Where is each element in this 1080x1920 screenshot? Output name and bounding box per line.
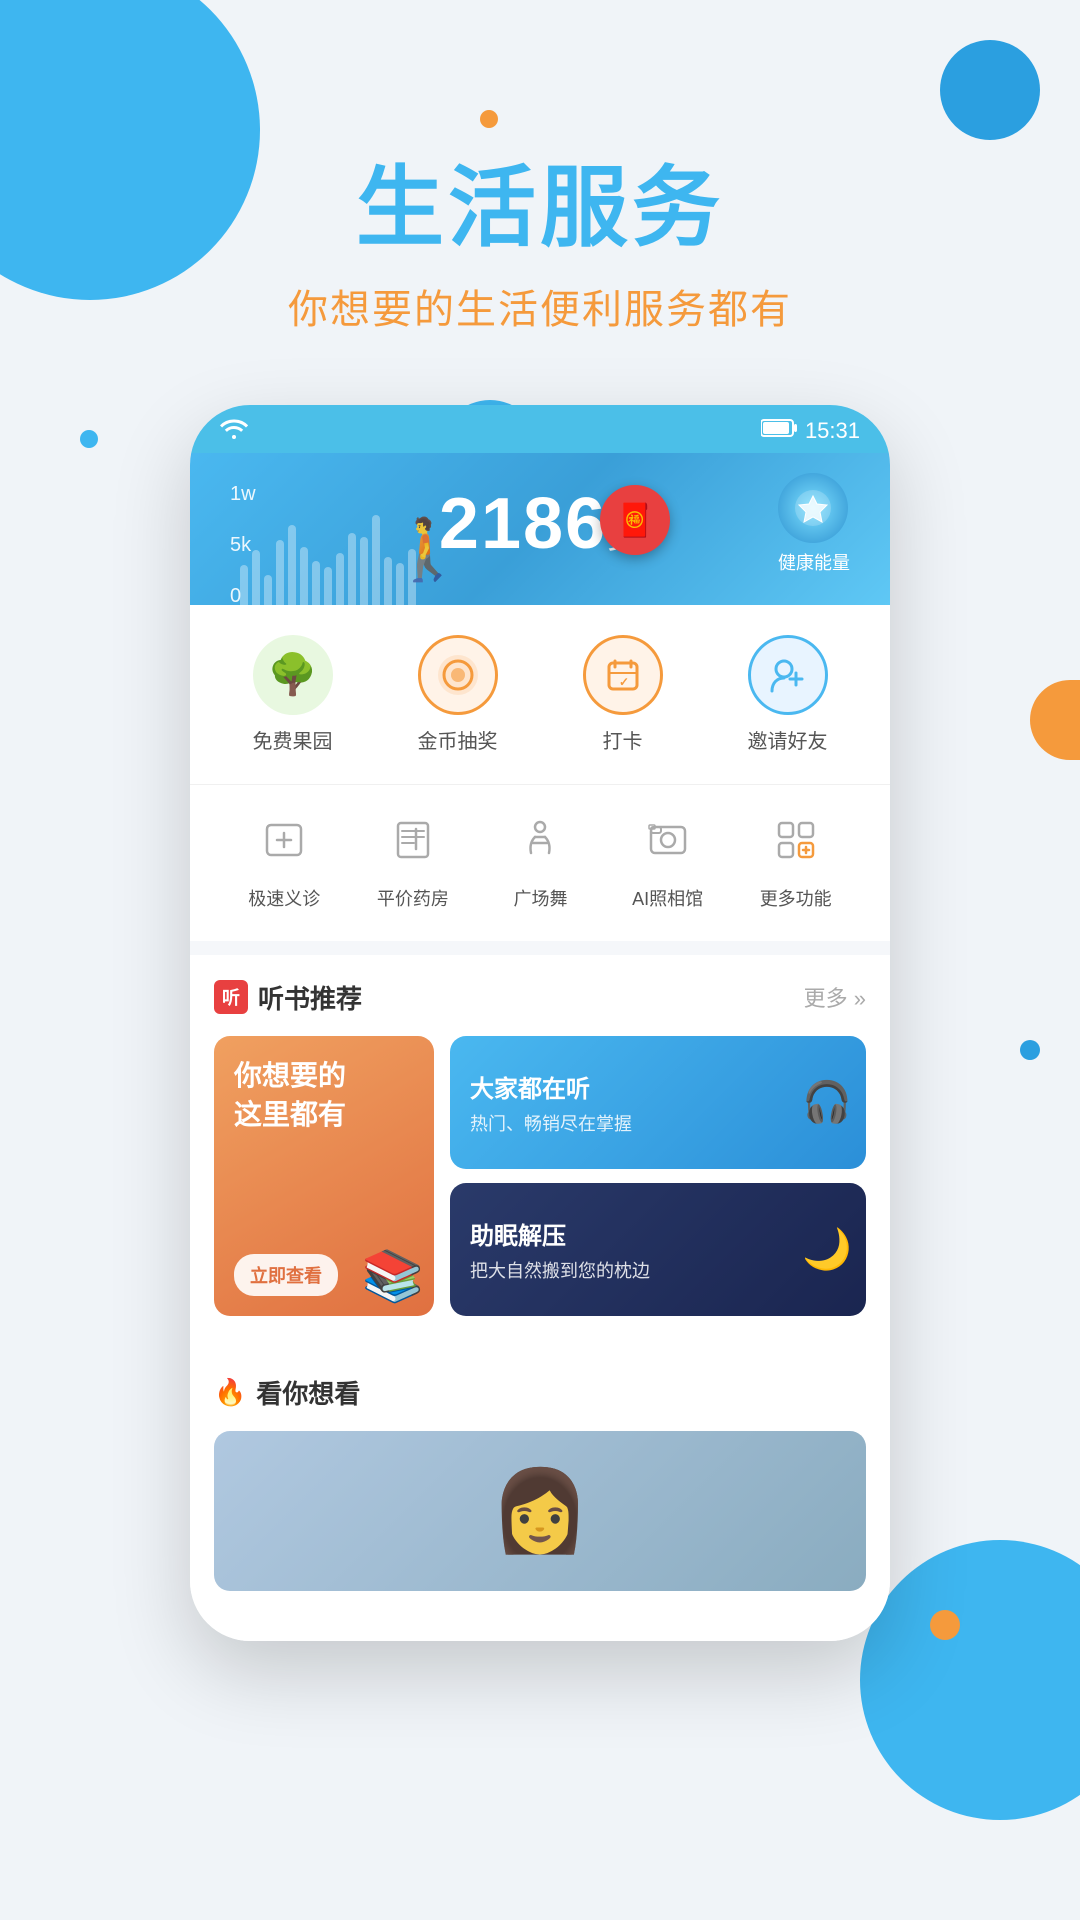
listen-more-link[interactable]: 更多 » (804, 981, 866, 1013)
watch-preview: 👩 (214, 1431, 866, 1591)
func-fast-clinic[interactable]: 极速义诊 (248, 805, 320, 911)
health-icon (778, 473, 848, 543)
fast-clinic-label: 极速义诊 (248, 885, 320, 911)
phone-wrapper: 15:31 1w 5k 0 (0, 405, 1080, 1641)
func-more[interactable]: 更多功能 (760, 805, 832, 911)
quick-icons-row: 🌳 免费果园 金币抽奖 (190, 605, 890, 785)
hero-section: 生活服务 你想要的生活便利服务都有 (0, 0, 1080, 375)
listen-card-left[interactable]: 你想要的 这里都有 立即查看 📚 (214, 1036, 434, 1316)
free-garden-icon: 🌳 (253, 635, 333, 715)
quick-item-invite[interactable]: 邀请好友 (748, 635, 828, 754)
card-left-illustration: 📚 (362, 1247, 424, 1306)
quick-item-checkin[interactable]: ✓ 打卡 (583, 635, 663, 754)
listen-title-text: 听书推荐 (258, 979, 362, 1016)
listen-section: 听 听书推荐 更多 » 你想要的 这里都有 立即查看 📚 (190, 955, 890, 1336)
health-energy: 健康能量 (778, 473, 850, 575)
invite-icon (748, 635, 828, 715)
listen-title-icon: 听 (214, 980, 248, 1014)
pharmacy-label: 平价药房 (377, 885, 449, 911)
invite-label: 邀请好友 (748, 725, 828, 754)
hero-title: 生活服务 (0, 160, 1080, 257)
quick-item-coin-lottery[interactable]: 金币抽奖 (418, 635, 498, 754)
card-right-bottom-title: 助眠解压 (470, 1216, 846, 1251)
card-right-bottom-subtitle: 把大自然搬到您的枕边 (470, 1257, 846, 1283)
watch-title: 看你想看 (256, 1374, 360, 1411)
bg-dot-orange3 (930, 1610, 960, 1640)
coin-lottery-icon (418, 635, 498, 715)
listen-cards-right: 大家都在听 热门、畅销尽在掌握 🎧 助眠解压 把大自然搬到您的枕边 🌙 (450, 1036, 866, 1316)
listen-cards: 你想要的 这里都有 立即查看 📚 大家都在听 热门、畅销尽在掌握 🎧 助眠解压 (214, 1036, 866, 1316)
more-icon (761, 805, 831, 875)
func-square-dance[interactable]: 广场舞 (505, 805, 575, 911)
phone-mockup: 15:31 1w 5k 0 (190, 405, 890, 1641)
listen-section-header: 听 听书推荐 更多 » (214, 979, 866, 1016)
watch-section: 🔥 看你想看 👩 (190, 1350, 890, 1611)
square-dance-icon (505, 805, 575, 875)
card-right-top-title: 大家都在听 (470, 1069, 846, 1104)
free-garden-label: 免费果园 (253, 725, 333, 754)
watch-preview-person: 👩 (490, 1464, 590, 1558)
status-right: 15:31 (761, 418, 860, 444)
checkin-label: 打卡 (603, 725, 643, 754)
card-left-button[interactable]: 立即查看 (234, 1254, 338, 1296)
watch-header: 🔥 看你想看 (214, 1374, 866, 1411)
card-right-top-illo: 🎧 (802, 1079, 852, 1126)
status-bar: 15:31 (190, 405, 890, 453)
listen-card-right-bottom[interactable]: 助眠解压 把大自然搬到您的枕边 🌙 (450, 1183, 866, 1316)
fast-clinic-icon (249, 805, 319, 875)
func-ai-photo[interactable]: AI照相馆 (632, 805, 703, 911)
fire-icon: 🔥 (214, 1377, 246, 1408)
battery-icon (761, 418, 797, 444)
ai-photo-label: AI照相馆 (632, 885, 703, 911)
card-right-bottom-illo: 🌙 (802, 1226, 852, 1273)
wifi-icon (220, 417, 248, 445)
svg-text:✓: ✓ (619, 675, 629, 689)
card-right-top-subtitle: 热门、畅销尽在掌握 (470, 1110, 846, 1136)
func-grid: 极速义诊 平价药房 (190, 785, 890, 941)
walker-figure: 🚶 (390, 514, 465, 585)
listen-card-right-top[interactable]: 大家都在听 热门、畅销尽在掌握 🎧 (450, 1036, 866, 1169)
square-dance-label: 广场舞 (513, 885, 567, 911)
step-banner: 1w 5k 0 (190, 453, 890, 605)
hero-subtitle: 你想要的生活便利服务都有 (0, 277, 1080, 335)
pharmacy-icon (378, 805, 448, 875)
func-pharmacy[interactable]: 平价药房 (377, 805, 449, 911)
redpacket-icon[interactable]: 🧧 (600, 485, 670, 555)
listen-section-title: 听 听书推荐 (214, 979, 362, 1016)
more-label: 更多功能 (760, 885, 832, 911)
checkin-icon: ✓ (583, 635, 663, 715)
card-left-text: 你想要的 这里都有 (234, 1056, 414, 1134)
time-display: 15:31 (805, 418, 860, 444)
ai-photo-icon (633, 805, 703, 875)
phone-bottom (190, 1611, 890, 1641)
section-divider-1 (190, 941, 890, 955)
health-text: 健康能量 (778, 549, 850, 575)
quick-item-free-garden[interactable]: 🌳 免费果园 (253, 635, 333, 754)
coin-lottery-label: 金币抽奖 (418, 725, 498, 754)
chart-label-1w: 1w (230, 483, 256, 506)
